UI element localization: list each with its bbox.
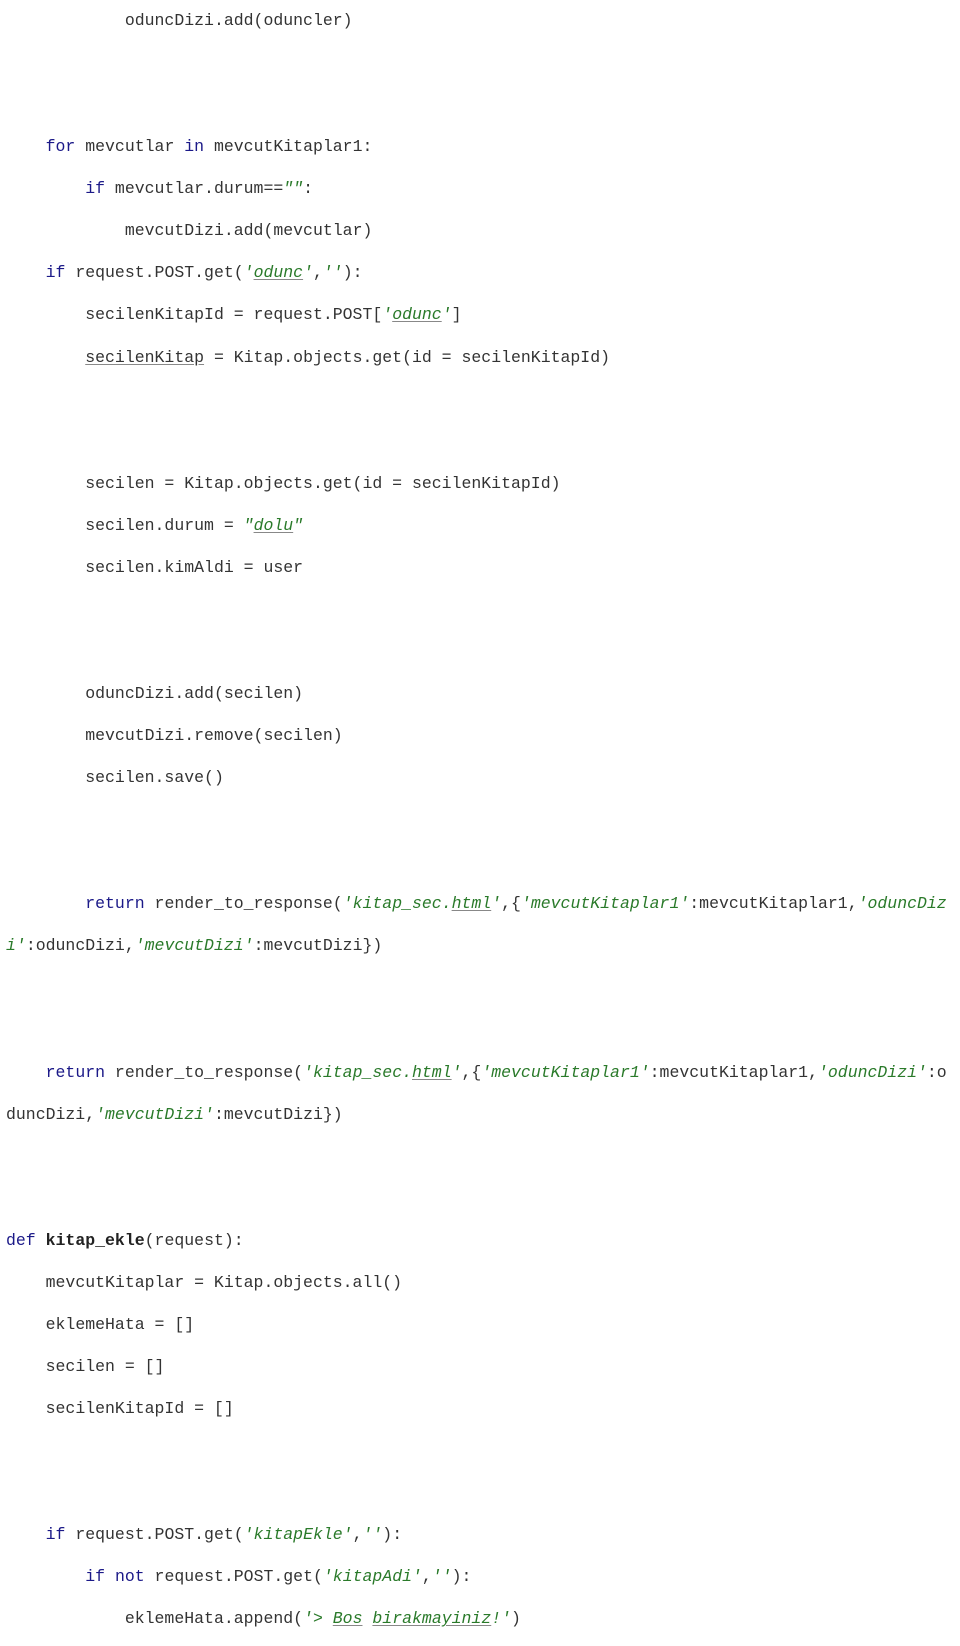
- code-token: ': [452, 1063, 462, 1082]
- code-token: 'kitapAdi': [323, 1567, 422, 1586]
- code-token: 'mevcutDizi': [95, 1105, 214, 1124]
- code-token: 'odu: [818, 1063, 858, 1082]
- code-token: Bos: [333, 1609, 363, 1628]
- code-token: in: [184, 137, 204, 156]
- code-token: odunc: [392, 305, 442, 324]
- code-token: if: [85, 179, 105, 198]
- code-token: 'mevcutKitaplar1': [521, 894, 689, 913]
- code-token: ': [303, 263, 313, 282]
- code-token: '': [362, 1525, 382, 1544]
- code-token: 'kitap_sec.: [303, 1063, 412, 1082]
- code-token: 'odu: [858, 894, 898, 913]
- code-token: if: [46, 1525, 66, 1544]
- code-token: dolu: [254, 516, 294, 535]
- code-token: secilenKitap: [85, 348, 204, 367]
- code-token: 'mevcutKitaplar1': [481, 1063, 649, 1082]
- code-token: html: [452, 894, 492, 913]
- code-token: "": [283, 179, 303, 198]
- code-token: 'mevcutDizi': [135, 936, 254, 955]
- code-token: 'kitapEkle': [244, 1525, 353, 1544]
- code-token: !': [491, 1609, 511, 1628]
- code-token: ": [293, 516, 303, 535]
- code-token: for: [46, 137, 76, 156]
- code-token: kitap_ekle: [46, 1231, 145, 1250]
- code-token: if: [46, 263, 66, 282]
- code-token: if: [85, 1567, 105, 1586]
- code-token: 'kitap_sec.: [343, 894, 452, 913]
- code-token: '': [432, 1567, 452, 1586]
- code-token: '>: [303, 1609, 333, 1628]
- code-token: birakmayiniz: [372, 1609, 491, 1628]
- code-token: ncDizi': [858, 1063, 927, 1082]
- code-token: html: [412, 1063, 452, 1082]
- code-token: ': [244, 263, 254, 282]
- code-token: ': [491, 894, 501, 913]
- code-token: ': [382, 305, 392, 324]
- code-token: odunc: [254, 263, 304, 282]
- code-token: ': [442, 305, 452, 324]
- code-token: not: [115, 1567, 145, 1586]
- code-token: '': [323, 263, 343, 282]
- code-token: return: [85, 894, 144, 913]
- code-token: return: [46, 1063, 105, 1082]
- code-block: oduncDizi.add(oduncler) for mevcutlar in…: [0, 0, 960, 1646]
- code-token: ": [244, 516, 254, 535]
- code-token: [363, 1609, 373, 1628]
- code-token: def: [6, 1231, 36, 1250]
